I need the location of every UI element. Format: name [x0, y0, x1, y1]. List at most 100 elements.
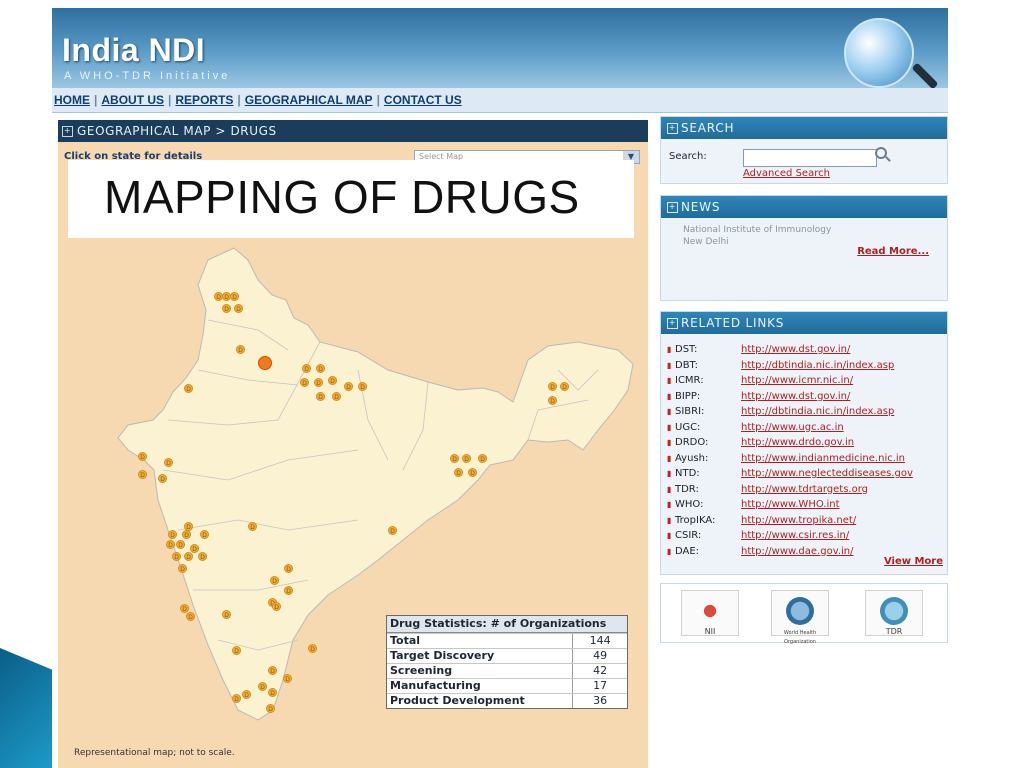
drug-organization-marker[interactable]: D: [138, 470, 147, 479]
search-panel-title: SEARCH: [681, 121, 735, 135]
related-link-url[interactable]: http://www.neglecteddiseases.gov: [741, 466, 913, 482]
related-link-url[interactable]: http://www.dae.gov.in/: [741, 544, 854, 560]
nav-reports[interactable]: REPORTS: [173, 93, 235, 107]
stats-row: Target Discovery 49: [387, 648, 627, 663]
nav-contact-us[interactable]: CONTACT US: [382, 93, 464, 107]
drug-organization-marker[interactable]: D: [268, 666, 277, 675]
drug-organization-marker[interactable]: D: [258, 682, 267, 691]
related-link-row: ▮ SIBRI: http://dbtindia.nic.in/index.asp: [667, 404, 913, 420]
related-link-url[interactable]: http://www.icmr.nic.in/: [741, 373, 853, 389]
drug-organization-marker[interactable]: D: [198, 552, 207, 561]
drug-organization-marker[interactable]: D: [164, 458, 173, 467]
nii-logo[interactable]: NII: [681, 590, 739, 636]
drug-organization-marker[interactable]: D: [388, 526, 397, 535]
who-logo[interactable]: World Health Organization: [771, 590, 829, 645]
related-link-url[interactable]: http://dbtindia.nic.in/index.asp: [741, 404, 894, 420]
view-more-link[interactable]: View More: [884, 556, 943, 567]
related-link-url[interactable]: http://www.csir.res.in/: [741, 528, 849, 544]
related-link-url[interactable]: http://dbtindia.nic.in/index.asp: [741, 358, 894, 374]
drug-organization-marker[interactable]: D: [234, 304, 243, 313]
drug-organization-marker[interactable]: D: [316, 392, 325, 401]
stats-label: Target Discovery: [390, 649, 495, 662]
drug-organization-marker[interactable]: D: [184, 384, 193, 393]
drug-organization-marker[interactable]: D: [284, 564, 293, 573]
news-panel-header: + NEWS: [661, 196, 947, 218]
drug-organization-marker[interactable]: D: [270, 576, 279, 585]
nav-geographical-map[interactable]: GEOGRAPHICAL MAP: [243, 93, 375, 107]
site-logo[interactable]: India NDI: [62, 32, 205, 69]
nav-about-us[interactable]: ABOUT US: [99, 93, 166, 107]
drug-organization-marker[interactable]: D: [186, 612, 195, 621]
drug-organization-marker[interactable]: D: [462, 454, 471, 463]
drug-organization-marker[interactable]: D: [548, 396, 557, 405]
related-link-url[interactable]: http://www.tropika.net/: [741, 513, 856, 529]
read-more-link[interactable]: Read More...: [857, 246, 929, 257]
drug-organization-marker[interactable]: D: [166, 540, 175, 549]
drug-organization-marker[interactable]: D: [172, 552, 181, 561]
drug-organization-marker[interactable]: D: [272, 602, 281, 611]
drug-organization-marker[interactable]: D: [242, 690, 251, 699]
drug-organization-marker[interactable]: D: [332, 392, 341, 401]
related-link-url[interactable]: http://www.drdo.gov.in: [741, 435, 854, 451]
drug-organization-marker[interactable]: D: [316, 364, 325, 373]
drug-organization-marker[interactable]: D: [182, 530, 191, 539]
drug-organization-marker[interactable]: D: [302, 364, 311, 373]
drug-organization-marker[interactable]: D: [268, 688, 277, 697]
drug-organization-marker[interactable]: [258, 356, 272, 370]
related-link-row: ▮ TropIKA: http://www.tropika.net/: [667, 513, 913, 529]
drug-organization-marker[interactable]: D: [548, 382, 557, 391]
stats-header-row: Drug Statistics: # of Organizations: [387, 616, 627, 633]
stats-value: 17: [572, 679, 627, 693]
related-link-url[interactable]: http://www.ugc.ac.in: [741, 420, 844, 436]
related-link-name: Ayush:: [675, 452, 709, 464]
drug-organization-marker[interactable]: D: [178, 564, 187, 573]
drug-organization-marker[interactable]: D: [450, 454, 459, 463]
search-icon[interactable]: [875, 147, 887, 159]
drug-organization-marker[interactable]: D: [314, 378, 323, 387]
drug-organization-marker[interactable]: D: [454, 468, 463, 477]
drug-organization-marker[interactable]: D: [478, 454, 487, 463]
drug-organization-marker[interactable]: D: [344, 382, 353, 391]
related-link-name: DBT:: [675, 359, 698, 371]
nav-home[interactable]: HOME: [52, 93, 92, 107]
related-link-url[interactable]: http://www.dst.gov.in/: [741, 342, 850, 358]
drug-organization-marker[interactable]: D: [230, 292, 239, 301]
tdr-logo[interactable]: TDR: [865, 590, 923, 636]
drug-organization-marker[interactable]: D: [468, 468, 477, 477]
related-link-row: ▮ DST: http://www.dst.gov.in/: [667, 342, 913, 358]
drug-organization-marker[interactable]: D: [248, 522, 257, 531]
nii-icon: [696, 597, 724, 625]
drug-organization-marker[interactable]: D: [232, 694, 241, 703]
drug-organization-marker[interactable]: D: [138, 452, 147, 461]
drug-organization-marker[interactable]: D: [222, 610, 231, 619]
related-link-url[interactable]: http://www.tdrtargets.org: [741, 482, 868, 498]
bullet-icon: ▮: [667, 345, 672, 354]
drug-organization-marker[interactable]: D: [232, 646, 241, 655]
drug-organization-marker[interactable]: D: [358, 382, 367, 391]
news-item: National Institute of Immunology New Delh…: [683, 224, 831, 248]
related-link-url[interactable]: http://www.dst.gov.in/: [741, 389, 850, 405]
drug-organization-marker[interactable]: D: [200, 530, 209, 539]
related-link-url[interactable]: http://www.indianmedicine.nic.in: [741, 451, 905, 467]
search-input[interactable]: [743, 149, 877, 167]
map-disclaimer: Representational map; not to scale.: [74, 748, 235, 758]
related-link-name: ICMR:: [675, 375, 704, 386]
drug-organization-marker[interactable]: D: [284, 586, 293, 595]
drug-organization-marker[interactable]: D: [222, 304, 231, 313]
related-link-url[interactable]: http://www.WHO.int: [741, 497, 840, 513]
drug-organization-marker[interactable]: D: [328, 376, 337, 385]
drug-organization-marker[interactable]: D: [266, 704, 275, 713]
drug-organization-marker[interactable]: D: [176, 540, 185, 549]
drug-organization-marker[interactable]: D: [283, 674, 292, 683]
nii-logo-label: NII: [704, 627, 716, 636]
drug-organization-marker[interactable]: D: [184, 552, 193, 561]
drug-organization-marker[interactable]: D: [158, 474, 167, 483]
stats-row: Total 144: [387, 633, 627, 648]
drug-organization-marker[interactable]: D: [168, 530, 177, 539]
advanced-search-link[interactable]: Advanced Search: [743, 168, 830, 179]
drug-organization-marker[interactable]: D: [560, 382, 569, 391]
drug-organization-marker[interactable]: D: [190, 544, 199, 553]
drug-organization-marker[interactable]: D: [300, 378, 309, 387]
drug-organization-marker[interactable]: D: [236, 345, 245, 354]
drug-organization-marker[interactable]: D: [308, 644, 317, 653]
